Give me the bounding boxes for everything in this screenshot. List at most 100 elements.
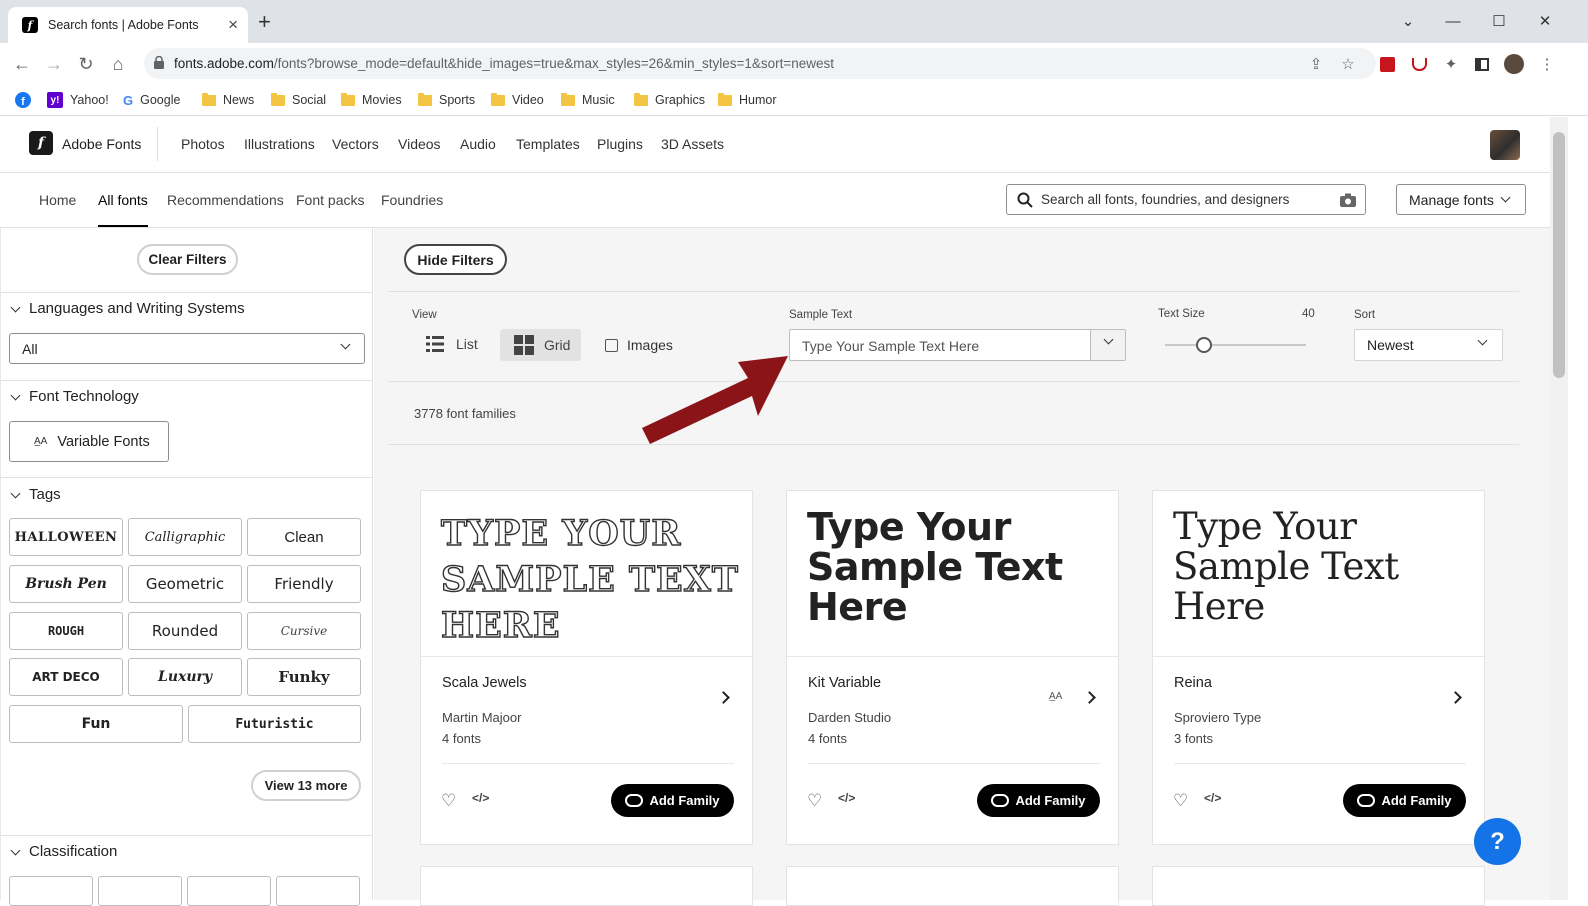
nav-3d-assets[interactable]: 3D Assets [661,136,724,152]
foundry-name[interactable]: Sproviero Type [1174,710,1261,725]
subnav-foundries[interactable]: Foundries [381,192,443,208]
bookmark-folder-social[interactable]: Social [271,90,326,110]
camera-icon[interactable] [1340,193,1356,207]
heart-icon[interactable]: ♡ [1173,791,1188,811]
forward-icon[interactable]: → [42,52,66,76]
languages-section-toggle[interactable]: Languages and Writing Systems [9,300,245,317]
bookmark-yahoo[interactable]: y! Yahoo! [47,90,109,110]
sample-text-input[interactable]: Type Your Sample Text Here [789,329,1126,361]
tag-fun[interactable]: Fun [9,705,183,743]
tag-futuristic[interactable]: Futuristic [188,705,361,743]
tag-calligraphic[interactable]: Calligraphic [128,518,242,556]
font-card[interactable] [420,866,753,906]
bookmark-folder-sports[interactable]: Sports [418,90,475,110]
embed-code-icon[interactable]: </> [1204,791,1221,805]
chevron-right-icon[interactable] [1449,691,1462,704]
heart-icon[interactable]: ♡ [807,791,822,811]
text-size-slider-track[interactable] [1165,344,1306,346]
text-size-slider-thumb[interactable] [1196,337,1213,353]
foundry-name[interactable]: Martin Majoor [442,710,521,725]
bookmark-folder-music[interactable]: Music [561,90,615,110]
maximize-icon[interactable]: ☐ [1484,6,1514,36]
brand-name[interactable]: Adobe Fonts [62,136,141,152]
new-tab-icon[interactable]: + [258,10,271,34]
tag-luxury[interactable]: Luxury [128,658,242,696]
back-icon[interactable]: ← [10,52,34,76]
variable-fonts-filter-button[interactable]: A̲A Variable Fonts [9,421,169,462]
extensions-puzzle-icon[interactable]: ✦ [1440,53,1462,75]
add-family-button[interactable]: Add Family [611,784,734,817]
nav-photos[interactable]: Photos [181,136,225,152]
pdf-extension-icon[interactable] [1376,53,1398,75]
font-family-name[interactable]: Reina [1174,675,1212,691]
address-bar[interactable]: fonts.adobe.com/fonts?browse_mode=defaul… [144,48,1376,79]
sample-text-dropdown-button[interactable] [1090,330,1125,360]
list-view-button[interactable]: List [426,335,478,353]
share-icon[interactable]: ⇪ [1305,53,1327,75]
font-card[interactable] [786,866,1119,906]
nav-illustrations[interactable]: Illustrations [244,136,315,152]
font-technology-section-toggle[interactable]: Font Technology [9,388,139,405]
add-family-button[interactable]: Add Family [1343,784,1466,817]
user-avatar[interactable] [1490,130,1520,160]
font-family-name[interactable]: Kit Variable [808,675,881,691]
browser-tab[interactable]: f Search fonts | Adobe Fonts × [8,7,248,43]
profile-avatar[interactable] [1503,53,1525,75]
help-button[interactable]: ? [1474,818,1521,865]
bookmark-folder-movies[interactable]: Movies [341,90,402,110]
clear-filters-button[interactable]: Clear Filters [137,244,238,275]
tags-section-toggle[interactable]: Tags [9,486,61,503]
bookmark-star-icon[interactable]: ☆ [1337,53,1359,75]
classification-option[interactable] [276,876,360,906]
classification-option[interactable] [187,876,271,906]
add-family-button[interactable]: Add Family [977,784,1100,817]
nav-plugins[interactable]: Plugins [597,136,643,152]
reload-icon[interactable]: ↻ [74,52,98,76]
nav-vectors[interactable]: Vectors [332,136,379,152]
view-more-tags-button[interactable]: View 13 more [251,770,361,801]
subnav-home[interactable]: Home [39,192,76,208]
hide-filters-button[interactable]: Hide Filters [404,244,507,275]
grid-view-button[interactable]: Grid [500,329,581,361]
bookmark-folder-humor[interactable]: Humor [718,90,777,110]
subnav-recommendations[interactable]: Recommendations [167,192,284,208]
font-family-name[interactable]: Scala Jewels [442,675,527,691]
scrollbar-thumb[interactable] [1553,132,1565,378]
language-select[interactable]: All [9,333,365,364]
tag-brush-pen[interactable]: Brush Pen [9,565,123,603]
tag-art-deco[interactable]: ART DECO [9,658,123,696]
bookmark-folder-graphics[interactable]: Graphics [634,90,705,110]
side-panel-icon[interactable] [1471,53,1493,75]
tag-funky[interactable]: Funky [247,658,361,696]
minimize-icon[interactable]: — [1438,6,1468,36]
foundry-name[interactable]: Darden Studio [808,710,891,725]
tag-geometric[interactable]: Geometric [128,565,242,603]
tab-search-icon[interactable]: ⌄ [1393,6,1423,36]
bookmark-facebook[interactable]: f [15,90,31,110]
font-card-kit-variable[interactable]: Type Your Sample Text Here Kit Variable … [786,490,1119,845]
home-icon[interactable]: ⌂ [106,52,130,76]
subnav-all-fonts[interactable]: All fonts [98,192,148,227]
bookmark-folder-news[interactable]: News [202,90,254,110]
close-window-icon[interactable]: ✕ [1530,6,1560,36]
close-tab-icon[interactable]: × [228,15,238,35]
subnav-font-packs[interactable]: Font packs [296,192,364,208]
nav-audio[interactable]: Audio [460,136,496,152]
nav-videos[interactable]: Videos [398,136,441,152]
embed-code-icon[interactable]: </> [472,791,489,805]
tag-halloween[interactable]: HALLOWEEN [9,518,123,556]
embed-code-icon[interactable]: </> [838,791,855,805]
tag-clean[interactable]: Clean [247,518,361,556]
tag-friendly[interactable]: Friendly [247,565,361,603]
nav-templates[interactable]: Templates [516,136,580,152]
browser-menu-icon[interactable]: ⋮ [1536,53,1558,75]
font-card-scala-jewels[interactable]: TYPE YOUR SAMPLE TEXT HERE Scala Jewels … [420,490,753,845]
font-search-input[interactable]: Search all fonts, foundries, and designe… [1006,184,1366,215]
chevron-right-icon[interactable] [1083,691,1096,704]
bookmark-folder-video[interactable]: Video [491,90,544,110]
sort-dropdown[interactable]: Newest [1354,329,1503,361]
adobe-fonts-logo-icon[interactable]: f [29,131,53,155]
manage-fonts-dropdown[interactable]: Manage fonts [1396,184,1526,215]
tag-rounded[interactable]: Rounded [128,612,242,650]
classification-option[interactable] [9,876,93,906]
